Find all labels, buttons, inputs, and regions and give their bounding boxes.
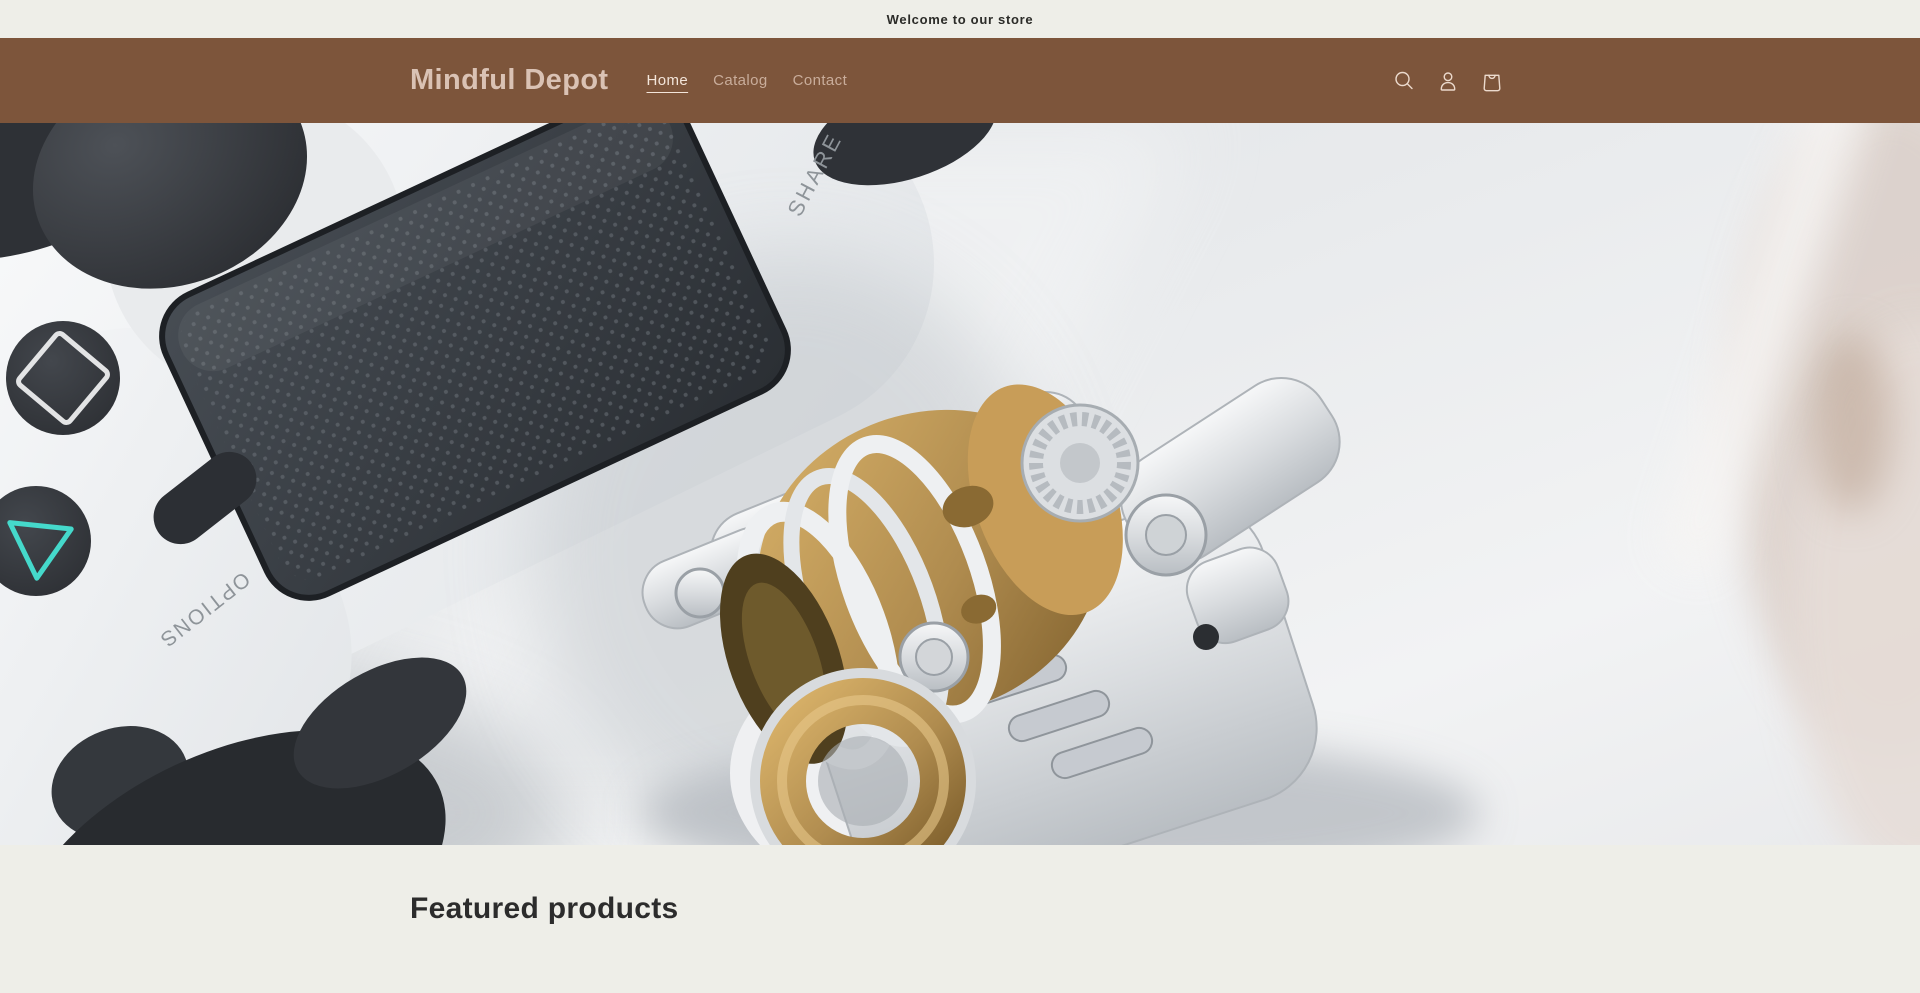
hero-image: SHARE OPTIONS: [0, 123, 1920, 845]
cart-icon: [1480, 69, 1504, 93]
nav-link-contact[interactable]: Contact: [793, 72, 848, 89]
announcement-bar: Welcome to our store: [0, 0, 1920, 38]
main-nav: Home Catalog Contact: [647, 72, 873, 89]
account-icon: [1436, 69, 1460, 93]
featured-products-heading: Featured products: [410, 892, 1510, 926]
hero-banner: SHARE OPTIONS: [0, 123, 1920, 845]
search-button[interactable]: [1382, 59, 1426, 103]
cart-button[interactable]: [1470, 59, 1514, 103]
announcement-text: Welcome to our store: [887, 12, 1034, 27]
nav-link-home[interactable]: Home: [647, 72, 689, 89]
header-icons: [1382, 59, 1514, 103]
brand-link[interactable]: Mindful Depot: [410, 64, 609, 97]
featured-products-section: Featured products: [0, 845, 1920, 926]
search-icon: [1392, 69, 1416, 93]
site-header: Mindful Depot Home Catalog Contact: [0, 38, 1920, 123]
nav-link-catalog[interactable]: Catalog: [713, 72, 768, 89]
account-button[interactable]: [1426, 59, 1470, 103]
